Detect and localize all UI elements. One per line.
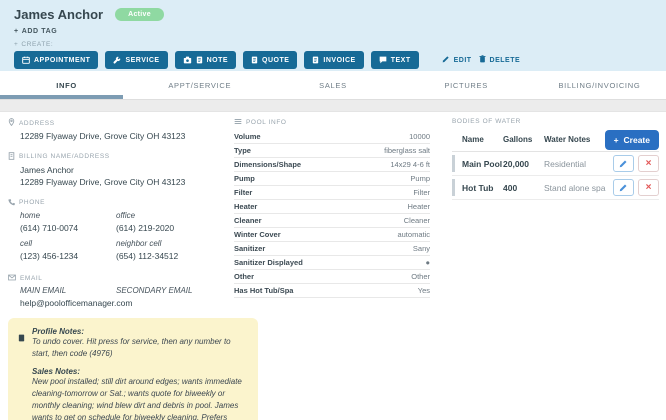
edit-customer-button[interactable]: EDIT xyxy=(442,55,472,65)
create-note-button[interactable]: NOTE xyxy=(175,51,236,69)
customer-notes-box: Profile Notes: To undo cover. Hit press … xyxy=(8,318,258,420)
billing-address: 12289 Flyaway Drive, Grove City OH 43123 xyxy=(20,177,226,189)
plus-icon: + xyxy=(14,41,18,48)
column-water-notes: Water Notes xyxy=(544,135,605,144)
bodies-of-water-label: BODIES OF WATER xyxy=(452,118,659,125)
pool-row-sanitizer-displayed: Sanitizer Displayed● xyxy=(234,256,430,270)
body-of-water-row-hot-tub: Hot Tub 400 Stand alone spa × xyxy=(452,176,659,200)
document-icon xyxy=(251,56,258,64)
pool-row-winter-cover: Winter Coverautomatic xyxy=(234,228,430,242)
tab-info[interactable]: INFO xyxy=(0,71,133,99)
chat-icon xyxy=(379,56,387,64)
pencil-icon xyxy=(619,180,628,195)
profile-notes-body: To undo cover. Hit press for service, th… xyxy=(32,336,244,360)
main-email: MAIN EMAIL help@poolofficemanager.com xyxy=(20,286,116,308)
email-section-label: EMAIL xyxy=(8,274,226,283)
create-quote-button[interactable]: QUOTE xyxy=(243,51,297,69)
pool-row-dimensions: Dimensions/Shape14x29 4-6 ft xyxy=(234,158,430,172)
delete-customer-button[interactable]: DELETE xyxy=(479,55,521,65)
pool-row-heater: HeaterHeater xyxy=(234,200,430,214)
plus-icon: + xyxy=(614,135,619,145)
status-badge: Active xyxy=(115,8,164,21)
wrench-icon xyxy=(113,56,121,64)
pool-info-label: POOL INFO xyxy=(234,118,430,127)
document-icon xyxy=(312,56,319,64)
trash-icon xyxy=(479,55,486,65)
phone-neighbor-cell: neighbor cell (654) 112-34512 xyxy=(116,239,226,261)
info-tab-content: ADDRESS 12289 Flyaway Drive, Grove City … xyxy=(0,112,666,420)
column-name: Name xyxy=(462,135,503,144)
note-icon xyxy=(18,329,25,347)
pool-row-other: OtherOther xyxy=(234,270,430,284)
plus-icon: + xyxy=(14,28,19,35)
column-gallons: Gallons xyxy=(503,135,544,144)
x-icon: × xyxy=(646,182,652,193)
body-of-water-row-main-pool: Main Pool 20,000 Residential × xyxy=(452,152,659,176)
pool-row-type: Typefiberglass salt xyxy=(234,144,430,158)
calendar-icon xyxy=(22,56,30,64)
billing-section-label: BILLING NAME/ADDRESS xyxy=(8,152,226,162)
delete-body-button[interactable]: × xyxy=(638,179,659,196)
pool-info-panel: POOL INFO Volume10000 Typefiberglass sal… xyxy=(234,118,430,420)
customer-header: James Anchor Active + ADD TAG + CREATE: … xyxy=(0,0,666,71)
profile-tabs: INFO APPT/SERVICE SALES PICTURES BILLING… xyxy=(0,71,666,99)
pencil-icon xyxy=(442,55,450,65)
tab-pictures[interactable]: PICTURES xyxy=(400,71,533,99)
phone-office: office (614) 219-2020 xyxy=(116,211,226,233)
pool-row-sanitizer: SanitizerSany xyxy=(234,242,430,256)
pin-icon xyxy=(8,118,15,128)
x-icon: × xyxy=(646,158,652,169)
sales-notes-body: New pool installed; still dirt around ed… xyxy=(32,376,244,420)
divider-band xyxy=(0,99,666,112)
delete-body-button[interactable]: × xyxy=(638,155,659,172)
note-icon xyxy=(196,56,203,64)
phone-icon xyxy=(8,198,15,208)
pool-row-cleaner: CleanerCleaner xyxy=(234,214,430,228)
create-body-of-water-button[interactable]: + Create xyxy=(605,130,659,150)
camera-icon xyxy=(183,56,192,64)
phone-section-label: PHONE xyxy=(8,198,226,208)
add-tag-button[interactable]: + ADD TAG xyxy=(14,28,57,35)
address-value: 12289 Flyaway Drive, Grove City OH 43123 xyxy=(20,131,226,143)
list-icon xyxy=(234,118,242,127)
phone-cell: cell (123) 456-1234 xyxy=(20,239,116,261)
envelope-icon xyxy=(8,274,16,283)
tab-appt-service[interactable]: APPT/SERVICE xyxy=(133,71,266,99)
billing-name: James Anchor xyxy=(20,165,226,177)
pool-row-pump: PumpPump xyxy=(234,172,430,186)
pool-row-filter: FilterFilter xyxy=(234,186,430,200)
address-section-label: ADDRESS xyxy=(8,118,226,128)
edit-body-button[interactable] xyxy=(613,179,634,196)
pool-row-hot-tub: Has Hot Tub/SpaYes xyxy=(234,284,430,298)
pool-row-volume: Volume10000 xyxy=(234,130,430,144)
create-text-button[interactable]: TEXT xyxy=(371,51,419,69)
pencil-icon xyxy=(619,156,628,171)
create-service-button[interactable]: SERVICE xyxy=(105,51,167,69)
receipt-icon xyxy=(8,152,15,162)
create-invoice-button[interactable]: INVOICE xyxy=(304,51,363,69)
tab-sales[interactable]: SALES xyxy=(266,71,399,99)
create-appointment-button[interactable]: APPOINTMENT xyxy=(14,51,98,69)
edit-body-button[interactable] xyxy=(613,155,634,172)
bodies-of-water-panel: BODIES OF WATER Name Gallons Water Notes… xyxy=(452,118,659,420)
pool-info-table: Volume10000 Typefiberglass salt Dimensio… xyxy=(234,130,430,298)
sales-notes-title: Sales Notes: xyxy=(32,367,244,376)
tab-billing-invoicing[interactable]: BILLING/INVOICING xyxy=(533,71,666,99)
profile-notes-title: Profile Notes: xyxy=(32,327,244,336)
create-section-label: + CREATE: xyxy=(14,41,652,48)
bodies-of-water-header: Name Gallons Water Notes + Create xyxy=(452,128,659,152)
customer-name: James Anchor xyxy=(14,7,103,22)
secondary-email: SECONDARY EMAIL xyxy=(116,286,226,308)
phone-home: home (614) 710-0074 xyxy=(20,211,116,233)
